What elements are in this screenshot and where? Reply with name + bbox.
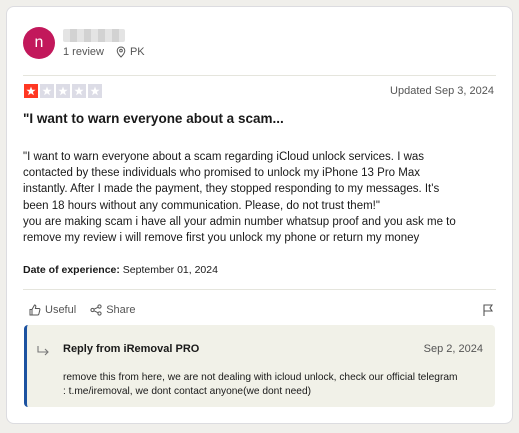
review-title[interactable]: "I want to warn everyone about a scam...	[23, 111, 284, 126]
star-icon	[88, 84, 102, 98]
review-body-line: remove my review i will remove first you…	[23, 232, 420, 245]
date-of-experience: Date of experience: September 01, 2024	[23, 264, 218, 276]
reviewer-country: PK	[129, 46, 145, 58]
star-icon	[40, 84, 54, 98]
review-body-line: been 18 hours without any communication.…	[23, 199, 380, 212]
review-actions: Useful Share	[29, 304, 136, 316]
reply-text-line: : t.me/iremoval, we dont contact anyone(…	[63, 385, 312, 397]
review-body-line: you are making scam i have all your admi…	[23, 215, 456, 228]
company-reply: Reply from iRemoval PRO Sep 2, 2024 remo…	[24, 325, 495, 407]
reviewer-meta: 1 review PK	[63, 46, 145, 58]
flag-icon[interactable]	[482, 303, 494, 317]
experience-label: Date of experience:	[23, 264, 120, 276]
divider	[23, 75, 496, 76]
updated-date: Updated Sep 3, 2024	[390, 85, 494, 97]
star-rating	[24, 84, 102, 98]
location-pin-icon	[116, 46, 126, 58]
star-icon	[24, 84, 38, 98]
review-body: "I want to warn everyone about a scam re…	[23, 149, 499, 246]
experience-date: September 01, 2024	[122, 264, 218, 276]
star-icon	[56, 84, 70, 98]
reply-date: Sep 2, 2024	[423, 343, 483, 355]
divider	[23, 289, 496, 290]
review-body-line: instantly. After I made the payment, the…	[23, 183, 440, 196]
share-icon	[90, 304, 102, 316]
reply-text: remove this from here, we are not dealin…	[63, 371, 488, 398]
review-body-line: contacted by these individuals who promi…	[23, 167, 420, 180]
avatar[interactable]: n	[23, 27, 55, 59]
star-icon	[72, 84, 86, 98]
useful-button[interactable]: Useful	[29, 304, 76, 316]
thumbs-up-icon	[29, 304, 41, 316]
reviewer-name-redacted[interactable]	[63, 29, 125, 42]
reply-arrow-icon	[37, 346, 49, 356]
review-body-line: "I want to warn everyone about a scam re…	[23, 151, 425, 163]
reply-text-line: remove this from here, we are not dealin…	[63, 372, 458, 383]
useful-label: Useful	[45, 304, 77, 316]
reviews-count: 1 review	[63, 46, 104, 58]
share-button[interactable]: Share	[90, 304, 136, 316]
review-card: n 1 review PK Updated Sep 3, 2024 "I wan…	[6, 6, 513, 424]
share-label: Share	[106, 304, 136, 316]
reply-from: Reply from iRemoval PRO	[63, 343, 200, 355]
